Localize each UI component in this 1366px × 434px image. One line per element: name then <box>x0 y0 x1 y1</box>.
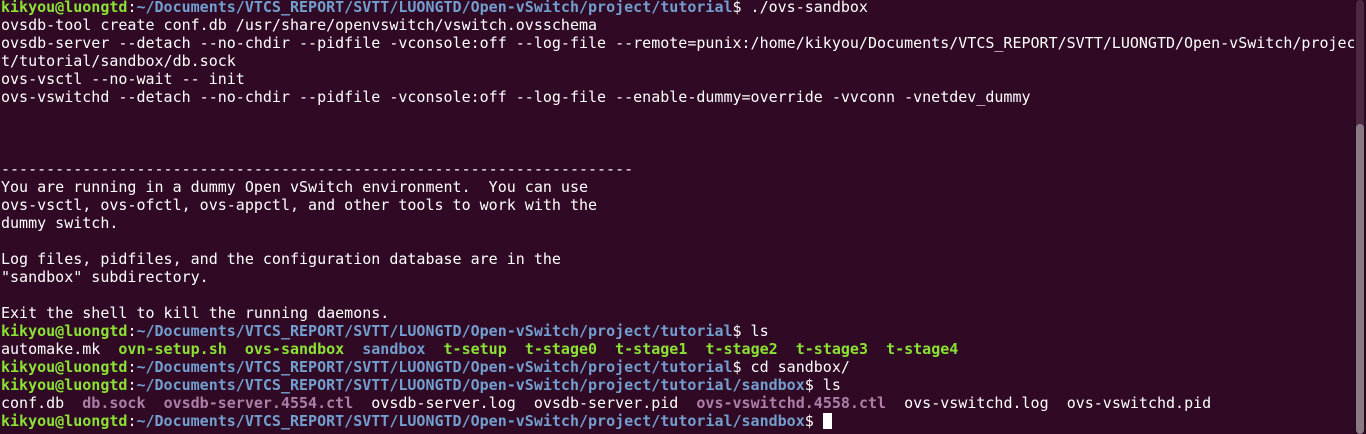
terminal-text: $ <box>804 412 823 430</box>
terminal-text: automake.mk <box>1 340 101 358</box>
terminal-output[interactable]: kikyou@luongtd:~/Documents/VTCS_REPORT/S… <box>1 0 1356 430</box>
terminal-line: kikyou@luongtd:~/Documents/VTCS_REPORT/S… <box>1 412 1353 430</box>
vertical-scrollbar[interactable] <box>1354 0 1366 434</box>
executable-file: t-stage2 <box>705 340 778 358</box>
terminal-line: ovs-vswitchd --detach --no-chdir --pidfi… <box>1 88 1353 106</box>
terminal-text: $ cd sandbox/ <box>732 358 850 376</box>
terminal-text: ----------------------------------------… <box>1 160 634 178</box>
terminal-line: t/tutorial/sandbox/db.sock <box>1 52 1353 70</box>
terminal-text: dummy switch. <box>1 214 119 232</box>
terminal-window[interactable]: kikyou@luongtd:~/Documents/VTCS_REPORT/S… <box>0 0 1366 434</box>
terminal-line: ovs-vsctl --no-wait -- init <box>1 70 1353 88</box>
text-cursor <box>822 413 832 429</box>
socket-file: db.sock <box>82 394 146 412</box>
executable-file: t-setup <box>443 340 507 358</box>
terminal-line: "sandbox" subdirectory. <box>1 268 1353 286</box>
terminal-text: conf.db <box>1 394 65 412</box>
terminal-line: automake.mk ovn-setup.sh ovs-sandbox san… <box>1 340 1353 358</box>
terminal-text: $ ls <box>732 322 769 340</box>
scrollbar-thumb[interactable] <box>1356 124 1364 434</box>
prompt-user-host: kikyou@luongtd <box>1 376 128 394</box>
terminal-line: dummy switch. <box>1 214 1353 232</box>
executable-file: t-stage1 <box>615 340 688 358</box>
terminal-text: ovs-vsctl --no-wait -- init <box>1 70 245 88</box>
terminal-text: $ ls <box>804 376 841 394</box>
terminal-line: Exit the shell to kill the running daemo… <box>1 304 1353 322</box>
prompt-path: ~/Documents/VTCS_REPORT/SVTT/LUONGTD/Ope… <box>136 0 733 16</box>
prompt-user-host: kikyou@luongtd <box>1 412 128 430</box>
executable-file: ovs-sandbox <box>244 340 345 358</box>
terminal-text: ovsdb-server.log <box>371 394 516 412</box>
terminal-line: kikyou@luongtd:~/Documents/VTCS_REPORT/S… <box>1 322 1353 340</box>
terminal-text: Exit the shell to kill the running daemo… <box>1 304 390 322</box>
socket-file: ovs-vswitchd.4558.ctl <box>696 394 887 412</box>
executable-file: ovn-setup.sh <box>118 340 227 358</box>
executable-file: t-stage3 <box>795 340 868 358</box>
terminal-line: kikyou@luongtd:~/Documents/VTCS_REPORT/S… <box>1 0 1353 16</box>
prompt-path: ~/Documents/VTCS_REPORT/SVTT/LUONGTD/Ope… <box>136 376 805 394</box>
executable-file: t-stage0 <box>524 340 598 358</box>
terminal-line: kikyou@luongtd:~/Documents/VTCS_REPORT/S… <box>1 376 1353 394</box>
terminal-text: ovs-vswitchd.pid <box>1066 394 1212 412</box>
terminal-text: t/tutorial/sandbox/db.sock <box>1 52 236 70</box>
terminal-line: conf.db db.sock ovsdb-server.4554.ctl ov… <box>1 394 1353 412</box>
terminal-text: ovs-vswitchd.log <box>904 394 1049 412</box>
terminal-text: "sandbox" subdirectory. <box>1 268 209 286</box>
terminal-line: You are running in a dummy Open vSwitch … <box>1 178 1353 196</box>
prompt-user-host: kikyou@luongtd <box>1 358 128 376</box>
terminal-text: ovsdb-tool create conf.db /usr/share/ope… <box>1 16 598 34</box>
terminal-text: $ ./ovs-sandbox <box>732 0 868 16</box>
terminal-line: ovs-vsctl, ovs-ofctl, ovs-appctl, and ot… <box>1 196 1353 214</box>
directory-entry: sandbox <box>362 340 426 358</box>
terminal-line: ovsdb-server --detach --no-chdir --pidfi… <box>1 34 1356 52</box>
terminal-text: ovs-vswitchd --detach --no-chdir --pidfi… <box>1 88 1031 106</box>
socket-file: ovsdb-server.4554.ctl <box>163 394 354 412</box>
terminal-line: ovsdb-tool create conf.db /usr/share/ope… <box>1 16 1353 34</box>
prompt-user-host: kikyou@luongtd <box>1 0 128 16</box>
prompt-path: ~/Documents/VTCS_REPORT/SVTT/LUONGTD/Ope… <box>136 412 805 430</box>
prompt-user-host: kikyou@luongtd <box>1 322 128 340</box>
terminal-text: Log files, pidfiles, and the configurati… <box>1 250 561 268</box>
prompt-path: ~/Documents/VTCS_REPORT/SVTT/LUONGTD/Ope… <box>136 358 733 376</box>
terminal-text: You are running in a dummy Open vSwitch … <box>1 178 588 196</box>
prompt-path: ~/Documents/VTCS_REPORT/SVTT/LUONGTD/Ope… <box>136 322 733 340</box>
terminal-text: ovsdb-server.pid <box>533 394 679 412</box>
terminal-text: ovs-vsctl, ovs-ofctl, ovs-appctl, and ot… <box>1 196 598 214</box>
terminal-line: Log files, pidfiles, and the configurati… <box>1 250 1353 268</box>
terminal-line: kikyou@luongtd:~/Documents/VTCS_REPORT/S… <box>1 358 1353 376</box>
terminal-text: ovsdb-server --detach --no-chdir --pidfi… <box>1 34 1356 52</box>
executable-file: t-stage4 <box>886 340 959 358</box>
terminal-line: ----------------------------------------… <box>1 160 1353 178</box>
